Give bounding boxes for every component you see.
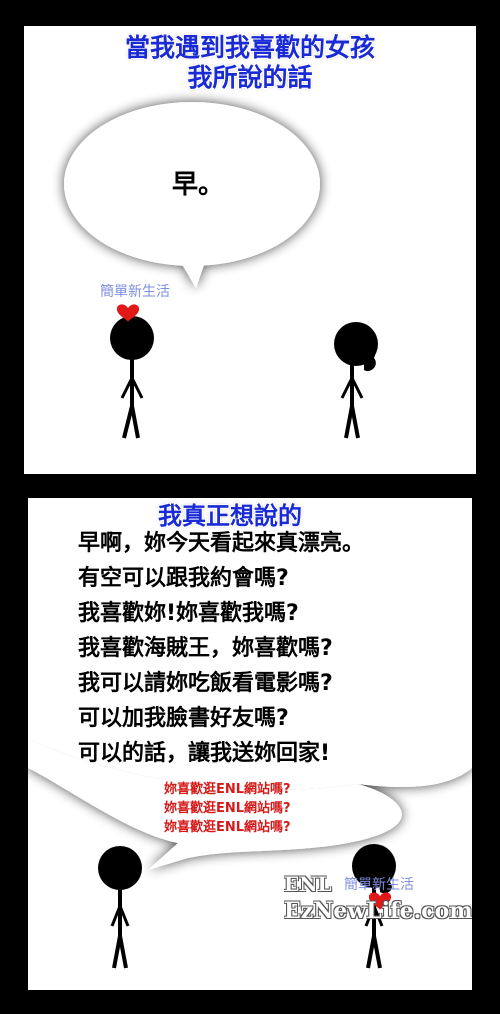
dialogue-line: 有空可以跟我約會嗎? [78,566,289,591]
dialogue-line: 我喜歡妳!妳喜歡我嗎? [78,601,299,626]
red-note-line: 妳喜歡逛ENL網站嗎? [164,820,291,835]
dialogue-line: 我喜歡海賊王，妳喜歡嗎? [78,636,333,661]
dialogue-line: 早啊，妳今天看起來真漂亮。 [78,531,365,556]
girl-figure [334,322,378,439]
dialogue-line: 我可以請妳吃飯看電影嗎? [78,671,333,696]
speech-text: 早。 [172,170,225,200]
comic-panel-2: 我真正想說的 早啊，妳今天看起來真漂亮。 有空可以跟我約會嗎? 我喜歡妳!妳喜歡… [28,498,472,990]
boy-figure [110,316,154,439]
red-note-line: 妳喜歡逛ENL網站嗎? [164,801,291,816]
dialogue-line: 可以的話，讓我送妳回家! [78,741,331,766]
logo-chinese-text: 簡單新生活 [344,877,414,893]
comic-panel-1: 當我遇到我喜歡的女孩 我所說的話 早。 簡單新生活 [24,26,476,474]
logo-url: EzNewLife.com [284,898,472,924]
enl-logo: ENL [284,872,332,896]
watermark: 簡單新生活 [100,284,170,300]
dialogue-lines: 早啊，妳今天看起來真漂亮。 有空可以跟我約會嗎? 我喜歡妳!妳喜歡我嗎? 我喜歡… [78,526,364,771]
boy-figure-2 [98,846,142,969]
dialogue-line: 可以加我臉書好友嗎? [78,706,289,731]
red-note-line: 妳喜歡逛ENL網站嗎? [164,782,291,797]
panel-1-title-line-2: 我所說的話 [187,63,313,92]
